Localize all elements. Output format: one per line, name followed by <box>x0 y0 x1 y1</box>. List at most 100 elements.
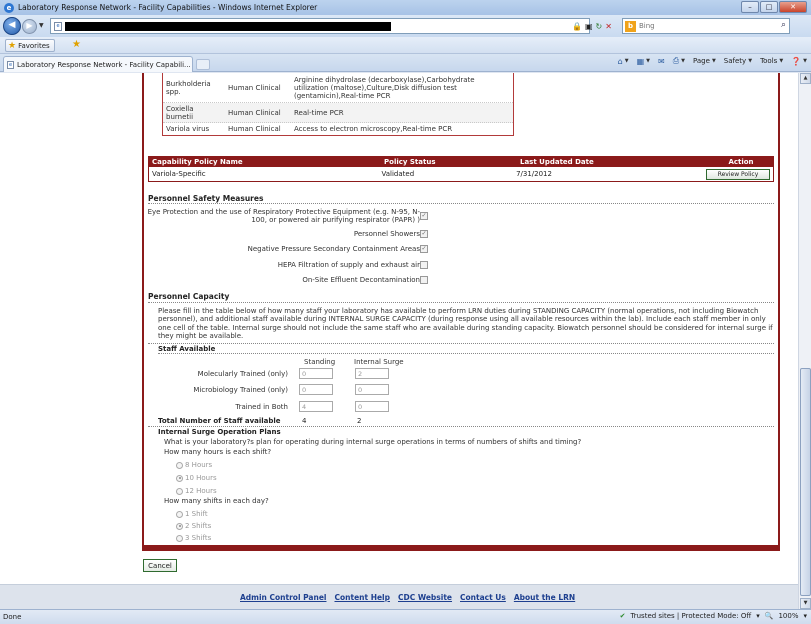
safety-menu-label: Safety <box>723 57 747 65</box>
feeds-button[interactable]: ▦ ▼ <box>637 57 650 66</box>
policy-table: Capability Policy Name Policy Status Las… <box>148 156 774 182</box>
both-surge-input[interactable] <box>355 401 389 412</box>
page-menu-label: Page <box>692 57 710 65</box>
zoom-icon[interactable]: 🔍 <box>765 612 774 620</box>
table-row: Variola-Specific Validated 7/31/2012 Rev… <box>149 167 773 181</box>
policy-action-cell: Review Policy <box>703 168 773 180</box>
capacity-section-title: Personnel Capacity <box>148 292 230 301</box>
safety-label: Personnel Showers <box>353 230 420 238</box>
mail-button[interactable]: ✉ <box>658 57 665 66</box>
security-zone[interactable]: Trusted sites | Protected Mode: Off <box>630 612 751 620</box>
status-bar: Done ✔ Trusted sites | Protected Mode: O… <box>0 609 811 624</box>
address-field[interactable]: e <box>50 18 590 34</box>
safety-section-title: Personnel Safety Measures <box>148 194 264 203</box>
effluent-decon-checkbox[interactable] <box>420 276 428 284</box>
divider <box>148 343 774 344</box>
both-standing-input[interactable] <box>299 401 333 412</box>
address-toolbar: ◀ ▶ ▼ e 🔒 ▣ ↻ ✕ b ⌕ <box>0 15 811 37</box>
staff-available-title: Staff Available <box>158 345 216 353</box>
hours-option-12[interactable]: 12 Hours <box>176 487 217 495</box>
cancel-button[interactable]: Cancel <box>143 559 177 572</box>
scroll-thumb[interactable] <box>800 368 811 596</box>
surge-question: What is your laboratory?s plan for opera… <box>164 438 582 446</box>
mail-icon: ✉ <box>658 56 665 66</box>
safety-label: On-Site Effluent Decontamination <box>302 276 420 284</box>
help-button[interactable]: ❓ ▼ <box>791 57 807 66</box>
window-controls: – □ ✕ <box>741 1 807 13</box>
radio-dot <box>176 487 183 495</box>
shifts-option-2[interactable]: 2 Shifts <box>176 522 211 530</box>
search-box[interactable]: b ⌕ <box>622 18 790 34</box>
stop-icon[interactable]: ✕ <box>605 22 612 31</box>
search-input[interactable] <box>639 20 779 32</box>
tools-menu-label: Tools <box>760 57 778 65</box>
vertical-scrollbar[interactable]: ▲ ▼ <box>798 73 811 609</box>
close-window-button[interactable]: ✕ <box>779 1 807 13</box>
bing-icon: b <box>625 21 636 32</box>
scroll-up-icon[interactable]: ▲ <box>800 73 811 84</box>
safety-label: HEPA Filtration of supply and exhaust ai… <box>277 261 420 269</box>
cdc-website-link[interactable]: CDC Website <box>398 593 452 602</box>
refresh-icon[interactable]: ↻ <box>596 22 603 31</box>
table-row: Burkholderia spp. Human Clinical Arginin… <box>163 73 513 103</box>
methods-cell: Arginine dihydrolase (decarboxylase),Car… <box>294 75 475 100</box>
table-row: Variola virus Human Clinical Access to e… <box>163 123 513 135</box>
shifts-option-1[interactable]: 1 Shift <box>176 510 208 518</box>
page-menu[interactable]: Page ▼ <box>693 57 716 65</box>
compatibility-icon[interactable]: ▣ <box>585 22 593 31</box>
tab-bar: e Laboratory Response Network - Facility… <box>0 54 811 72</box>
safety-menu[interactable]: Safety ▼ <box>724 57 752 65</box>
about-lrn-link[interactable]: About the LRN <box>514 593 575 602</box>
tools-menu[interactable]: Tools ▼ <box>760 57 783 65</box>
surge-column-header: Internal Surge <box>354 358 404 366</box>
print-button[interactable]: ⎙ ▼ <box>673 56 685 66</box>
history-dropdown-icon[interactable]: ▼ <box>39 22 44 29</box>
negative-pressure-checkbox[interactable]: ✓ <box>420 245 428 253</box>
admin-control-panel-link[interactable]: Admin Control Panel <box>240 593 326 602</box>
divider <box>158 353 774 354</box>
star-icon: ★ <box>8 40 17 51</box>
total-surge-value: 2 <box>357 417 362 425</box>
tab-label: Laboratory Response Network - Facility C… <box>17 60 191 69</box>
scroll-down-icon[interactable]: ▼ <box>800 598 811 609</box>
contact-us-link[interactable]: Contact Us <box>460 593 506 602</box>
radio-dot <box>176 461 183 469</box>
search-icon[interactable]: ⌕ <box>781 20 786 30</box>
protected-mode-icon[interactable]: ▾ <box>756 612 760 620</box>
surge-plans-title: Internal Surge Operation Plans <box>158 428 281 436</box>
review-policy-button[interactable]: Review Policy <box>706 168 770 180</box>
molecular-surge-input[interactable] <box>355 368 389 379</box>
policy-name: Variola-Specific <box>152 170 206 178</box>
back-button[interactable]: ◀ <box>3 17 21 35</box>
favorites-button[interactable]: ★ Favorites <box>5 39 55 52</box>
microbiology-standing-input[interactable] <box>299 384 333 395</box>
window-titlebar: e Laboratory Response Network - Facility… <box>0 0 811 15</box>
tab-active[interactable]: e Laboratory Response Network - Facility… <box>3 56 193 72</box>
status-right: ✔ Trusted sites | Protected Mode: Off ▾ … <box>620 612 807 620</box>
trusted-check-icon: ✔ <box>619 612 626 620</box>
add-favorite-icon[interactable]: ★ <box>72 39 81 50</box>
zoom-level[interactable]: 100% <box>778 612 798 620</box>
policy-status: Validated <box>381 170 415 178</box>
minimize-button[interactable]: – <box>741 1 759 13</box>
radio-dot <box>176 534 183 542</box>
hepa-filtration-checkbox[interactable] <box>420 261 428 269</box>
content-help-link[interactable]: Content Help <box>334 593 390 602</box>
total-staff-label: Total Number of Staff available <box>158 417 281 425</box>
maximize-button[interactable]: □ <box>760 1 778 13</box>
standing-column-header: Standing <box>304 358 336 366</box>
shifts-option-3[interactable]: 3 Shifts <box>176 534 211 542</box>
eye-protection-checkbox[interactable]: ✓ <box>420 212 428 220</box>
personnel-showers-checkbox[interactable]: ✓ <box>420 230 428 238</box>
lock-icon[interactable]: 🔒 <box>572 22 582 31</box>
home-button[interactable]: ⌂ ▼ <box>618 57 629 66</box>
column-header: Capability Policy Name <box>152 158 243 166</box>
hours-option-8[interactable]: 8 Hours <box>176 461 212 469</box>
feeds-icon: ▦ <box>636 56 645 66</box>
hours-option-10[interactable]: 10 Hours <box>176 474 217 482</box>
molecular-standing-input[interactable] <box>299 368 333 379</box>
new-tab-button[interactable] <box>196 59 210 70</box>
forward-button[interactable]: ▶ <box>22 19 37 34</box>
zoom-dropdown-icon[interactable]: ▾ <box>803 612 807 620</box>
microbiology-surge-input[interactable] <box>355 384 389 395</box>
